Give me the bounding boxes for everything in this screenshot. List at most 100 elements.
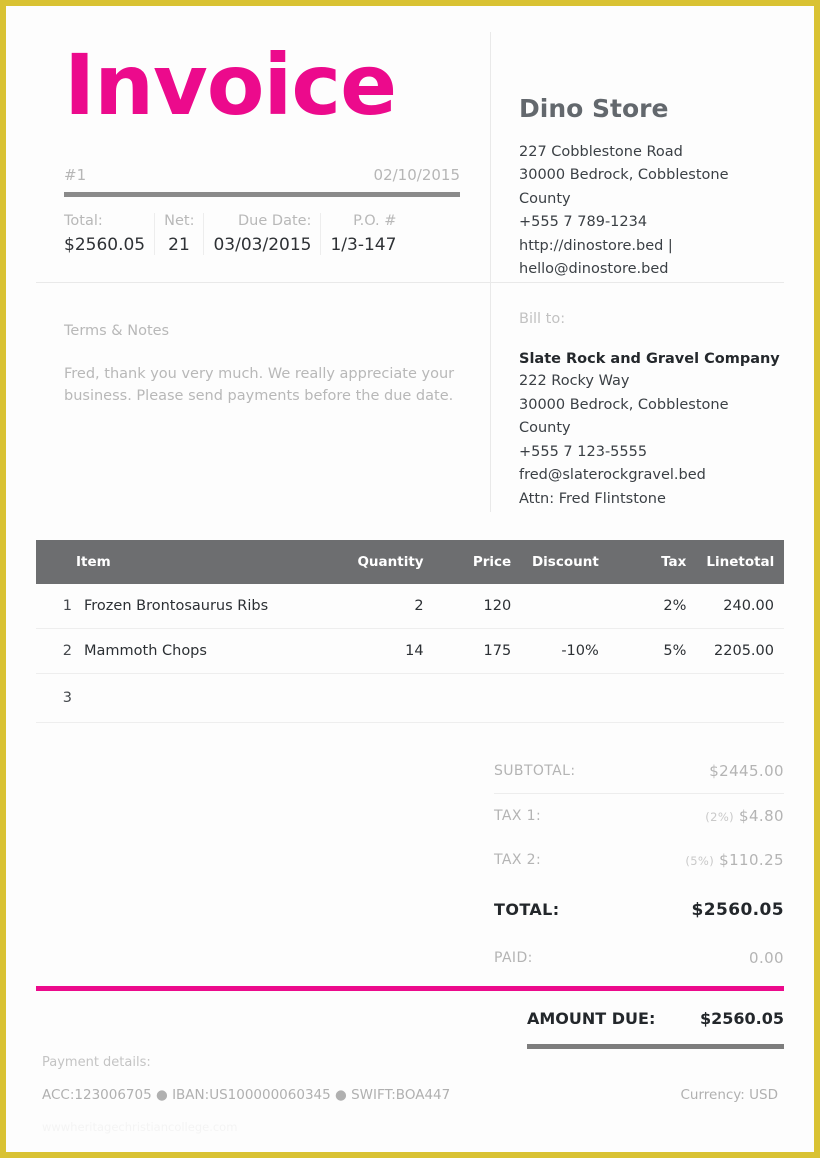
meta-label-po: P.O. # bbox=[353, 212, 397, 229]
row-item-name: Mammoth Chops bbox=[72, 628, 346, 674]
tax2-percent: (5%) bbox=[685, 853, 715, 868]
bill-to-phone: +555 7 123-5555 bbox=[519, 443, 648, 460]
currency-label: Currency: USD bbox=[680, 1087, 778, 1103]
line-items-body: 1 Frozen Brontosaurus Ribs 2 120 2% 240.… bbox=[36, 583, 784, 723]
row-item-name: Frozen Brontosaurus Ribs bbox=[72, 583, 346, 629]
page-title: Invoice bbox=[64, 36, 397, 134]
bill-to-company: Slate Rock and Gravel Company bbox=[519, 350, 780, 367]
row-tax bbox=[608, 673, 697, 723]
seller-address: 227 Cobblestone Road 30000 Bedrock, Cobb… bbox=[519, 141, 784, 282]
column-header-price: Price bbox=[433, 539, 522, 584]
payment-details-value: ACC:123006705 ● IBAN:US100000060345 ● SW… bbox=[42, 1087, 451, 1103]
paid-value: 0.00 bbox=[749, 948, 784, 967]
row-index: 2 bbox=[36, 628, 72, 674]
meta-col-net: Net: 21 bbox=[154, 212, 203, 255]
seller-block: Dino Store 227 Cobblestone Road 30000 Be… bbox=[490, 32, 784, 282]
bill-to-label: Bill to: bbox=[519, 310, 566, 327]
table-row: 3 bbox=[36, 673, 784, 723]
line-items-header: Item Quantity Price Discount Tax Linetot… bbox=[36, 539, 784, 584]
row-linetotal: 240.00 bbox=[696, 583, 784, 629]
column-header-index bbox=[36, 539, 72, 584]
meta-col-po: P.O. # 1/3-147 bbox=[320, 212, 405, 255]
meta-col-due-date: Due Date: 03/03/2015 bbox=[203, 212, 320, 255]
tax1-percent: (2%) bbox=[705, 809, 735, 824]
table-row: 1 Frozen Brontosaurus Ribs 2 120 2% 240.… bbox=[36, 583, 784, 629]
row-discount bbox=[521, 673, 609, 723]
row-discount: -10% bbox=[521, 628, 609, 674]
amount-due-section: AMOUNT DUE: $2560.05 bbox=[36, 991, 784, 1049]
row-price: 175 bbox=[433, 628, 522, 674]
row-price bbox=[433, 673, 522, 723]
bill-to-address-line: 222 Rocky Way bbox=[519, 372, 630, 389]
seller-website: http://dinostore.bed | bbox=[519, 237, 673, 254]
column-header-item: Item bbox=[72, 539, 346, 584]
bill-to-email: fred@slaterockgravel.bed bbox=[519, 467, 706, 484]
totals-row-total: TOTAL: $2560.05 bbox=[494, 882, 784, 936]
bill-to-address-line: 30000 Bedrock, Cobblestone County bbox=[519, 396, 729, 437]
meta-value-net: 21 bbox=[168, 234, 190, 255]
seller-phone: +555 7 789-1234 bbox=[519, 214, 648, 231]
amount-due-underline bbox=[527, 1043, 784, 1049]
invoice-meta-table: Total: $2560.05 Net: 21 Due Date: 03/03/… bbox=[64, 212, 466, 255]
tax1-value: $4.80 bbox=[739, 806, 784, 825]
column-header-discount: Discount bbox=[521, 539, 609, 584]
meta-label-net: Net: bbox=[164, 212, 195, 229]
row-price: 120 bbox=[433, 583, 522, 629]
total-label: TOTAL: bbox=[494, 900, 560, 920]
terms-label: Terms & Notes bbox=[64, 322, 170, 339]
totals-row-tax2: TAX 2: (5%) $110.25 bbox=[494, 838, 784, 882]
totals-row-paid: PAID: 0.00 bbox=[494, 936, 784, 980]
row-tax: 2% bbox=[608, 583, 697, 629]
terms-block: Terms & Notes Fred, thank you very much.… bbox=[36, 283, 490, 512]
tax1-value-cell: (2%) $4.80 bbox=[625, 793, 784, 838]
bill-to-attn: Attn: Fred Flintstone bbox=[519, 491, 666, 508]
invoice-date: 02/10/2015 bbox=[373, 165, 460, 184]
column-header-linetotal: Linetotal bbox=[696, 539, 784, 584]
subtotal-label: SUBTOTAL: bbox=[494, 748, 626, 794]
subtotal-value: $2445.00 bbox=[625, 748, 784, 794]
header-left-column: Invoice #1 02/10/2015 Total: $2560.05 Ne… bbox=[36, 32, 490, 282]
meta-label-due-date: Due Date: bbox=[238, 212, 312, 229]
paid-label: PAID: bbox=[494, 949, 533, 966]
invoice-footer: Payment details: ACC:123006705 ● IBAN:US… bbox=[42, 1055, 778, 1134]
seller-name: Dino Store bbox=[519, 94, 669, 123]
row-index: 1 bbox=[36, 583, 72, 629]
header-divider-bar bbox=[64, 191, 460, 197]
invoice-number: #1 bbox=[64, 165, 87, 184]
invoice-page: Invoice #1 02/10/2015 Total: $2560.05 Ne… bbox=[0, 0, 820, 1158]
row-index: 3 bbox=[36, 673, 72, 723]
row-discount bbox=[521, 583, 609, 629]
row-linetotal bbox=[696, 673, 784, 723]
invoice-middle-section: Terms & Notes Fred, thank you very much.… bbox=[36, 282, 784, 512]
table-header-row: Item Quantity Price Discount Tax Linetot… bbox=[36, 539, 784, 584]
invoice-number-date-row: #1 02/10/2015 bbox=[64, 166, 460, 184]
totals-row-subtotal: SUBTOTAL: $2445.00 bbox=[494, 748, 784, 794]
terms-text: Fred, thank you very much. We really app… bbox=[64, 365, 455, 405]
row-quantity: 14 bbox=[346, 628, 434, 674]
meta-value-po: 1/3-147 bbox=[330, 234, 397, 255]
bill-to-address: 222 Rocky Way 30000 Bedrock, Cobblestone… bbox=[519, 370, 784, 512]
meta-label-total: Total: bbox=[64, 212, 103, 229]
amount-due-row: AMOUNT DUE: $2560.05 bbox=[527, 991, 784, 1044]
tax1-label: TAX 1: bbox=[494, 807, 542, 824]
amount-due-value: $2560.05 bbox=[699, 1008, 784, 1028]
amount-due-block: AMOUNT DUE: $2560.05 bbox=[527, 991, 784, 1049]
meta-col-total: Total: $2560.05 bbox=[64, 213, 154, 255]
row-quantity bbox=[346, 673, 434, 723]
amount-due-label: AMOUNT DUE: bbox=[527, 1008, 656, 1028]
invoice-sheet: Invoice #1 02/10/2015 Total: $2560.05 Ne… bbox=[6, 6, 814, 1152]
totals-row-tax1: TAX 1: (2%) $4.80 bbox=[494, 793, 784, 838]
seller-address-line: 30000 Bedrock, Cobblestone County bbox=[519, 167, 729, 207]
total-value: $2560.05 bbox=[691, 899, 784, 920]
tax2-value: $110.25 bbox=[719, 850, 784, 869]
payment-details-row: ACC:123006705 ● IBAN:US100000060345 ● SW… bbox=[42, 1087, 778, 1103]
totals-table: SUBTOTAL: $2445.00 TAX 1: (2%) $4.80 TAX … bbox=[494, 748, 784, 980]
meta-value-due-date: 03/03/2015 bbox=[213, 234, 312, 255]
seller-email: hello@dinostore.bed bbox=[519, 261, 669, 278]
line-items-table: Item Quantity Price Discount Tax Linetot… bbox=[36, 539, 784, 723]
table-row: 2 Mammoth Chops 14 175 -10% 5% 2205.00 bbox=[36, 628, 784, 674]
invoice-header: Invoice #1 02/10/2015 Total: $2560.05 Ne… bbox=[36, 6, 784, 282]
row-quantity: 2 bbox=[346, 583, 434, 629]
bill-to-block: Bill to: Slate Rock and Gravel Company 2… bbox=[490, 282, 784, 512]
watermark-text: wwwheritagechristiancollege.com bbox=[42, 1120, 238, 1134]
